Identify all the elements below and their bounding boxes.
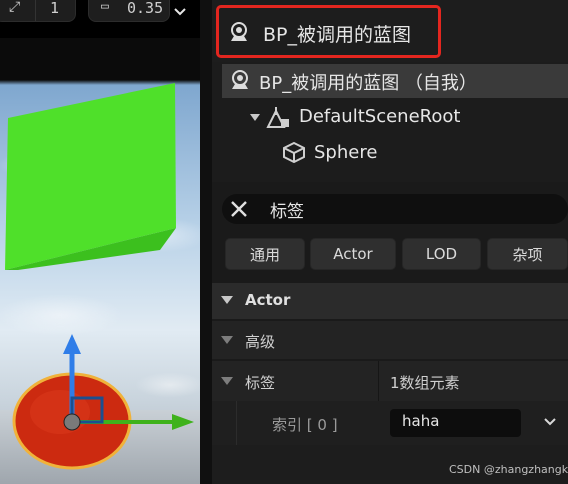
- section-actor-label: Actor: [245, 291, 291, 309]
- expand-arrow-icon[interactable]: [221, 377, 233, 385]
- collapse-arrow-icon[interactable]: [221, 296, 233, 304]
- tags-label: 标签: [245, 374, 276, 392]
- blueprint-title: BP_被调用的蓝图: [263, 24, 411, 46]
- tab-lod[interactable]: LOD: [402, 238, 481, 270]
- tree-item-self-label: BP_被调用的蓝图 （自我）: [259, 73, 477, 94]
- tag-value-text[interactable]: haha: [402, 412, 439, 430]
- actor-icon: [232, 70, 248, 89]
- panel-divider[interactable]: [200, 0, 212, 484]
- tab-actor[interactable]: Actor: [310, 238, 396, 270]
- clear-search-icon[interactable]: [230, 200, 248, 218]
- gizmo-right-arrow-icon[interactable]: [172, 414, 194, 430]
- tree-item-sphere-label[interactable]: Sphere: [314, 142, 377, 163]
- tab-misc[interactable]: 杂项: [487, 238, 568, 270]
- tree-item-root-label[interactable]: DefaultSceneRoot: [299, 106, 460, 127]
- section-advanced-label: 高级: [245, 333, 276, 351]
- tab-general[interactable]: 通用: [225, 238, 305, 270]
- collapse-arrow-icon[interactable]: [221, 336, 233, 344]
- scene-root-icon: [266, 107, 289, 128]
- level-viewport[interactable]: ⤢ 1 ▭ 0.35: [0, 0, 200, 484]
- expand-arrow-icon[interactable]: [250, 114, 260, 121]
- gizmo-up-arrow-icon[interactable]: [63, 334, 81, 354]
- gizmo-center[interactable]: [63, 413, 81, 431]
- scene-objects: [5, 83, 194, 470]
- tags-value: 1数组元素: [390, 374, 460, 392]
- actor-icon: [231, 22, 247, 41]
- search-input[interactable]: 标签: [270, 197, 304, 222]
- index-label: 索引 [ 0 ]: [272, 416, 338, 434]
- chevron-down-icon[interactable]: [542, 415, 558, 429]
- watermark: CSDN @zhangzhangkeji: [449, 463, 568, 476]
- static-mesh-icon: [283, 141, 305, 163]
